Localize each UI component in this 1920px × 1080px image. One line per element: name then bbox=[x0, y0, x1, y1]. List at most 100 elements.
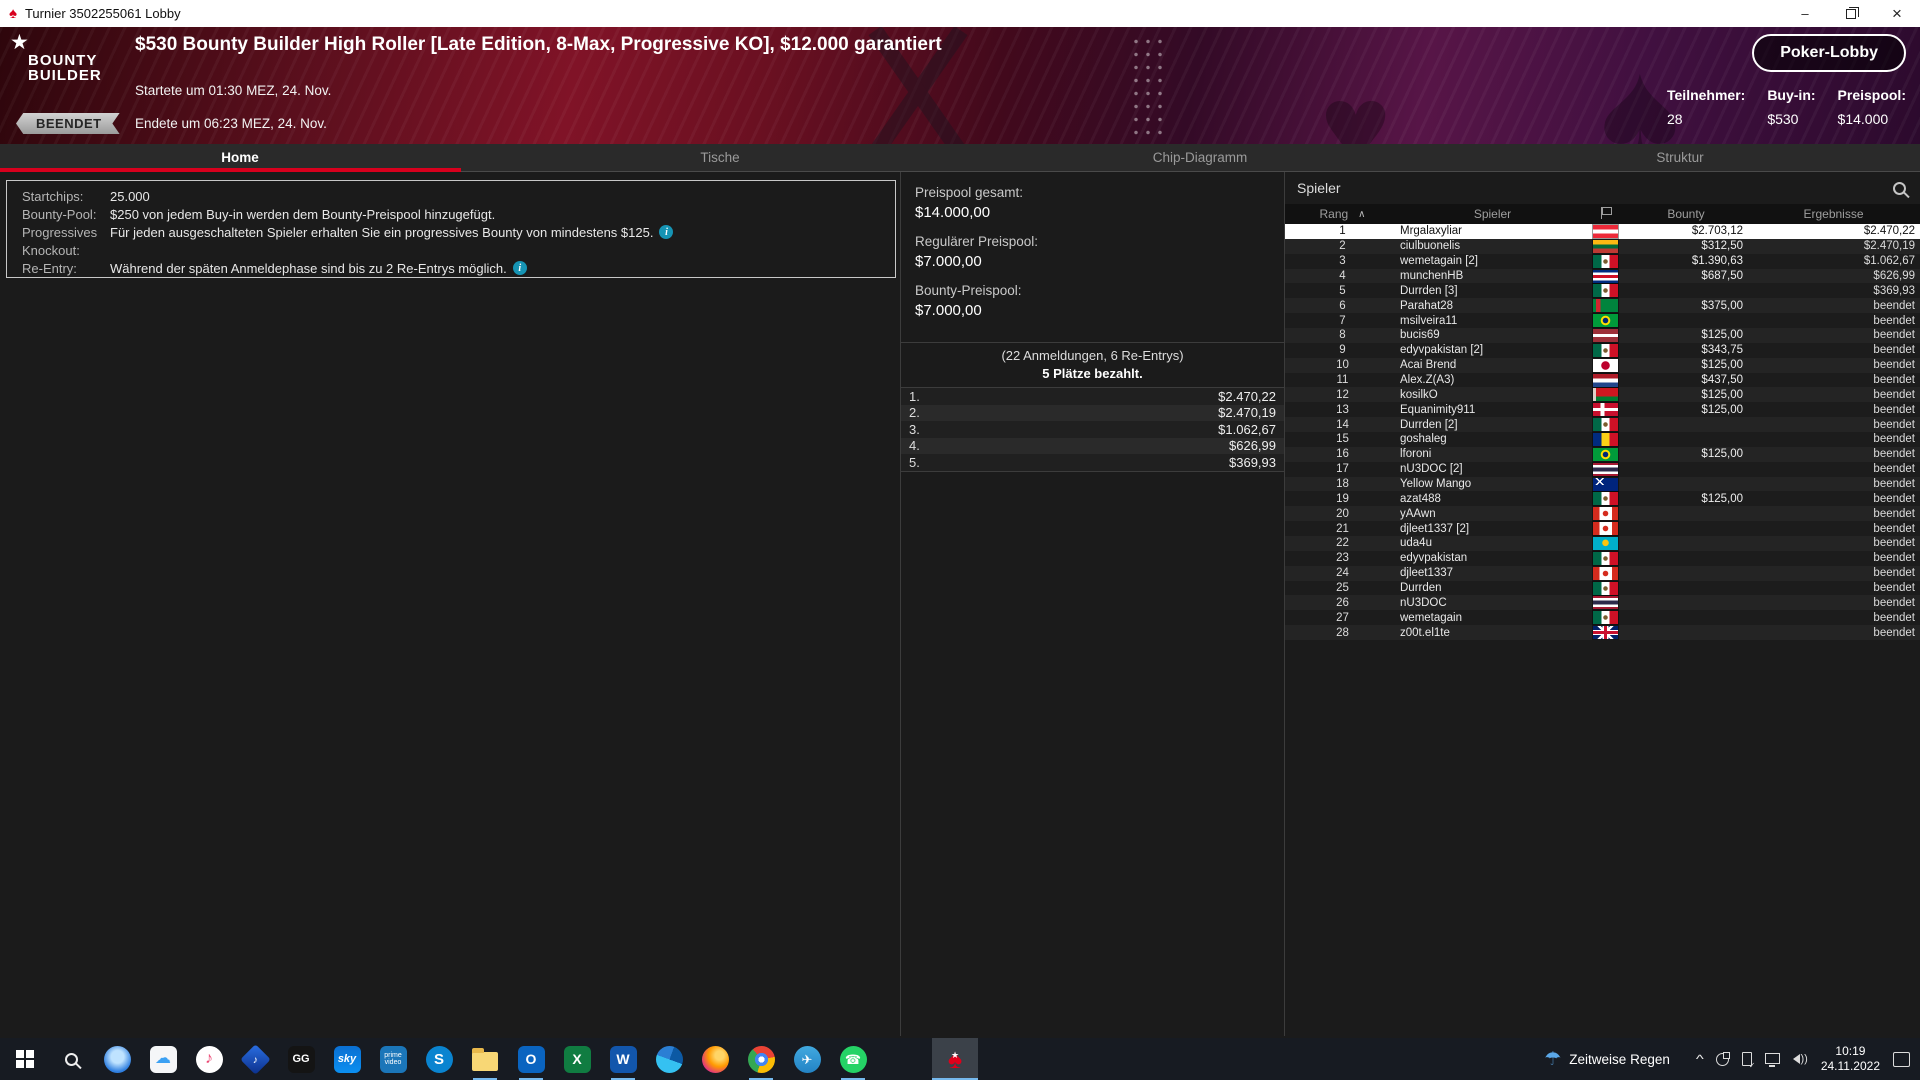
player-row-22[interactable]: 22 uda4u beendet bbox=[1285, 535, 1920, 551]
icloud-app-icon-glyph: ☁ bbox=[149, 1045, 177, 1073]
file-explorer-icon[interactable] bbox=[462, 1038, 508, 1080]
tray-network-icon[interactable] bbox=[1764, 1052, 1780, 1067]
header-stat-1: Buy-in: $530 bbox=[1767, 87, 1815, 127]
player-row-27[interactable]: 27 wemetagain beendet bbox=[1285, 610, 1920, 626]
tab-tische[interactable]: Tische bbox=[480, 144, 960, 171]
player-name: bucis69 bbox=[1400, 329, 1440, 342]
firefox-app-icon[interactable] bbox=[692, 1038, 738, 1080]
player-row-6[interactable]: 6 Parahat28 $375,00 beendet bbox=[1285, 298, 1920, 314]
edge-app-icon[interactable] bbox=[646, 1038, 692, 1080]
player-row-12[interactable]: 12 kosilkO $125,00 beendet bbox=[1285, 387, 1920, 403]
sky-app-icon[interactable]: sky bbox=[324, 1038, 370, 1080]
player-bounty: $1.390,63 bbox=[1691, 255, 1743, 268]
skype-app-icon[interactable]: S bbox=[416, 1038, 462, 1080]
player-rank: 10 bbox=[1336, 359, 1349, 372]
player-row-11[interactable]: 11 Alex.Z(A3) $437,50 beendet bbox=[1285, 372, 1920, 388]
tournament-header: ♥ ♠ ★ BOUNTY BUILDER BEENDET $530 Bounty … bbox=[0, 27, 1920, 144]
icloud-app-icon[interactable]: ☁ bbox=[140, 1038, 186, 1080]
column-results[interactable]: Ergebnisse bbox=[1747, 207, 1920, 221]
flag-brazil-icon bbox=[1591, 446, 1619, 462]
player-row-9[interactable]: 9 edyvpakistan [2] $343,75 beendet bbox=[1285, 342, 1920, 358]
player-row-13[interactable]: 13 Equanimity911 $125,00 beendet bbox=[1285, 402, 1920, 418]
pool-value: $7.000,00 bbox=[915, 302, 982, 319]
tab-chip-diagramm[interactable]: Chip-Diagramm bbox=[960, 144, 1440, 171]
column-rank[interactable]: Rang ∧ bbox=[1285, 207, 1400, 221]
player-name: azat488 bbox=[1400, 492, 1441, 505]
weather-widget[interactable]: ☂ Zeitweise Regen bbox=[1544, 1048, 1670, 1071]
player-name: Parahat28 bbox=[1400, 299, 1454, 312]
player-row-21[interactable]: 21 djleet1337 [2] beendet bbox=[1285, 521, 1920, 537]
info-icon[interactable]: i bbox=[512, 261, 527, 275]
pool-value: $14.000,00 bbox=[915, 204, 991, 221]
player-row-8[interactable]: 8 bucis69 $125,00 beendet bbox=[1285, 327, 1920, 343]
whatsapp-app-icon[interactable]: ☎ bbox=[830, 1038, 876, 1080]
player-row-26[interactable]: 26 nU3DOC beendet bbox=[1285, 595, 1920, 611]
payout-row: 4. $626,99 bbox=[901, 437, 1284, 454]
column-flag[interactable] bbox=[1585, 206, 1625, 222]
ggpoker-app-icon[interactable]: GG bbox=[278, 1038, 324, 1080]
player-row-5[interactable]: 5 Durrden [3] $369,93 bbox=[1285, 283, 1920, 299]
player-row-19[interactable]: 19 azat488 $125,00 beendet bbox=[1285, 491, 1920, 507]
tab-home[interactable]: Home bbox=[0, 144, 480, 172]
tray-volume-icon[interactable]: )) bbox=[1792, 1053, 1808, 1065]
poker-lobby-button[interactable]: Poker-Lobby bbox=[1752, 34, 1906, 72]
payout-amount: $2.470,19 bbox=[1218, 405, 1276, 421]
player-row-18[interactable]: 18 Yellow Mango beendet bbox=[1285, 476, 1920, 492]
search-icon[interactable] bbox=[1893, 181, 1906, 195]
tab-struktur[interactable]: Struktur bbox=[1440, 144, 1920, 171]
player-rank: 12 bbox=[1336, 388, 1349, 401]
player-row-4[interactable]: 4 munchenHB $687,50 $626,99 bbox=[1285, 268, 1920, 284]
start-button[interactable] bbox=[2, 1038, 48, 1080]
column-bounty[interactable]: Bounty bbox=[1625, 207, 1747, 221]
player-row-15[interactable]: 15 goshaleg beendet bbox=[1285, 431, 1920, 447]
taskbar-clock[interactable]: 10:19 24.11.2022 bbox=[1821, 1044, 1880, 1074]
favorite-star-icon[interactable]: ★ bbox=[10, 30, 29, 55]
telegram-app-icon[interactable]: ✈ bbox=[784, 1038, 830, 1080]
restore-button[interactable] bbox=[1828, 0, 1874, 27]
window-title: Turnier 3502255061 Lobby bbox=[24, 6, 181, 21]
player-result: beendet bbox=[1873, 537, 1915, 550]
weather-label: Zeitweise Regen bbox=[1569, 1051, 1670, 1067]
chrome-app-icon[interactable] bbox=[738, 1038, 784, 1080]
action-center-icon[interactable] bbox=[1893, 1051, 1910, 1067]
end-time-text: Endete um 06:23 MEZ, 24. Nov. bbox=[135, 116, 327, 131]
close-button[interactable]: × bbox=[1874, 0, 1920, 27]
player-bounty: $687,50 bbox=[1701, 270, 1743, 282]
player-row-20[interactable]: 20 yAAwn beendet bbox=[1285, 506, 1920, 522]
players-table-body: 1 Mrgalaxyliar $2.703,12 $2.470,22 2 ciulbuon… bbox=[1285, 223, 1920, 641]
minimize-button[interactable]: – bbox=[1782, 0, 1828, 27]
search-button[interactable] bbox=[48, 1038, 94, 1080]
player-row-7[interactable]: 7 msilveira11 beendet bbox=[1285, 313, 1920, 329]
music-app-icon[interactable]: ♪ bbox=[232, 1038, 278, 1080]
player-row-14[interactable]: 14 Durrden [2] beendet bbox=[1285, 417, 1920, 433]
word-app-icon[interactable]: W bbox=[600, 1038, 646, 1080]
player-name: Durrden [2] bbox=[1400, 418, 1458, 431]
tray-chevron-icon[interactable]: ^ bbox=[1696, 1052, 1704, 1066]
bounty-builder-logo: BOUNTY BUILDER bbox=[28, 52, 102, 84]
player-row-24[interactable]: 24 djleet1337 beendet bbox=[1285, 565, 1920, 581]
player-row-2[interactable]: 2 ciulbuonelis $312,50 $2.470,19 bbox=[1285, 238, 1920, 254]
player-row-16[interactable]: 16 lforoni $125,00 beendet bbox=[1285, 446, 1920, 462]
prime-video-app-icon[interactable]: prime video bbox=[370, 1038, 416, 1080]
pokerstars-spade-star-icon: ♠ ★ bbox=[947, 1043, 963, 1074]
player-row-25[interactable]: 25 Durrden beendet bbox=[1285, 580, 1920, 596]
player-rank: 24 bbox=[1336, 567, 1349, 580]
tray-sync-icon[interactable] bbox=[1715, 1051, 1730, 1066]
outlook-app-icon[interactable]: O bbox=[508, 1038, 554, 1080]
excel-app-icon[interactable]: X bbox=[554, 1038, 600, 1080]
info-icon[interactable]: i bbox=[659, 225, 674, 239]
player-result: beendet bbox=[1873, 448, 1915, 461]
player-row-1[interactable]: 1 Mrgalaxyliar $2.703,12 $2.470,22 bbox=[1285, 223, 1920, 239]
player-row-23[interactable]: 23 edyvpakistan beendet bbox=[1285, 550, 1920, 566]
player-name: z00t.el1te bbox=[1400, 626, 1450, 639]
separator bbox=[901, 470, 1284, 472]
player-row-17[interactable]: 17 nU3DOC [2] beendet bbox=[1285, 461, 1920, 477]
player-row-28[interactable]: 28 z00t.el1te beendet bbox=[1285, 625, 1920, 641]
player-row-10[interactable]: 10 Acai Brend $125,00 beendet bbox=[1285, 357, 1920, 373]
pokerstars-app-icon[interactable]: ♠ ★ bbox=[932, 1038, 978, 1080]
column-player[interactable]: Spieler bbox=[1400, 207, 1585, 221]
itunes-app-icon[interactable]: ♪ bbox=[186, 1038, 232, 1080]
messages-app-icon[interactable] bbox=[94, 1038, 140, 1080]
tray-usb-icon[interactable] bbox=[1741, 1052, 1756, 1070]
player-row-3[interactable]: 3 wemetagain [2] $1.390,63 $1.062,67 bbox=[1285, 253, 1920, 269]
